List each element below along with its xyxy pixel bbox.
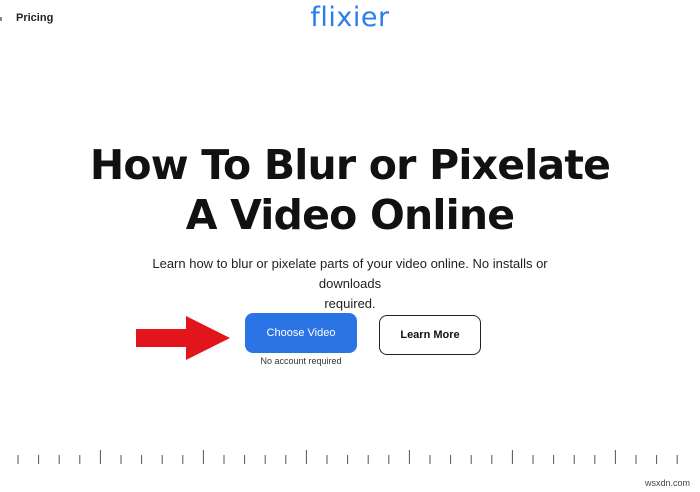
timeline-ruler (17, 450, 678, 464)
flixier-logo[interactable]: flixier (0, 2, 700, 33)
subtitle-line-2: required. (324, 296, 376, 311)
no-account-note: No account required (260, 356, 342, 366)
choose-video-button[interactable]: Choose Video (245, 313, 357, 353)
red-arrow-icon (136, 316, 230, 360)
page-title: How To Blur or Pixelate A Video Online (40, 140, 660, 240)
page-subtitle: Learn how to blur or pixelate parts of y… (120, 254, 580, 314)
title-line-2: A Video Online (185, 191, 515, 239)
title-line-1: How To Blur or Pixelate (89, 141, 611, 189)
learn-more-button[interactable]: Learn More (379, 315, 481, 355)
watermark-text: wsxdn.com (644, 478, 690, 488)
subtitle-line-1: Learn how to blur or pixelate parts of y… (152, 256, 548, 291)
